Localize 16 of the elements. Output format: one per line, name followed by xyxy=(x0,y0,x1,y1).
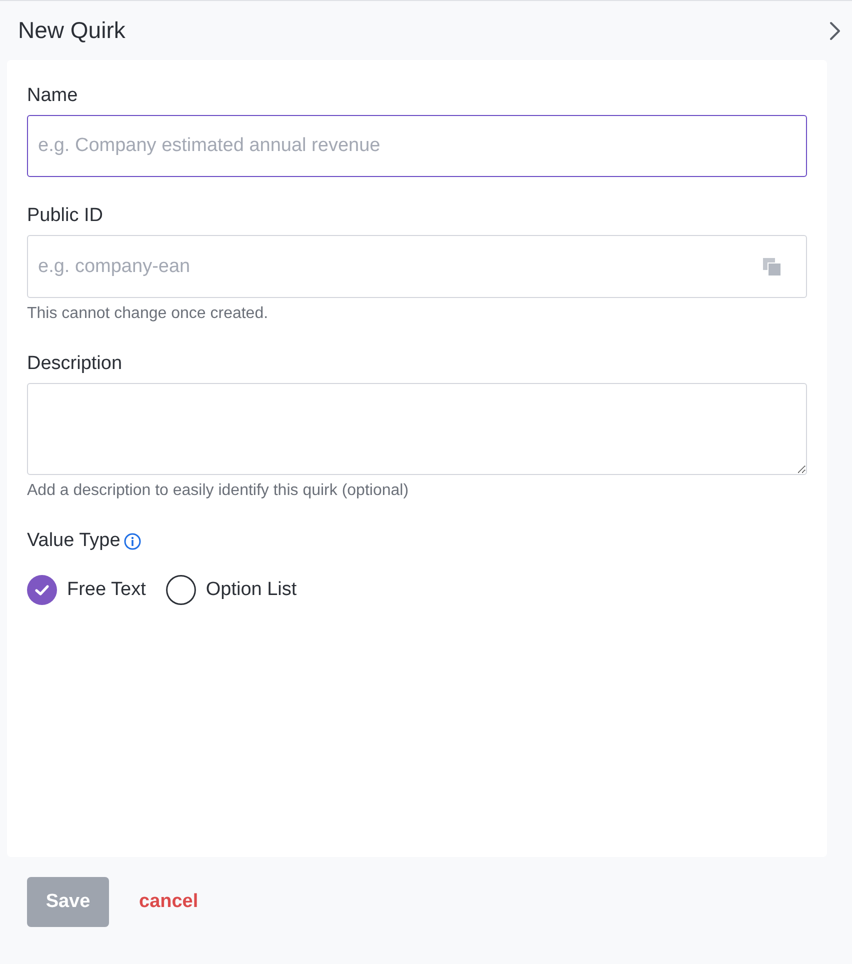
info-icon[interactable] xyxy=(124,532,142,550)
cancel-link[interactable]: cancel xyxy=(139,891,198,913)
field-label: Public ID xyxy=(27,204,104,228)
textarea-field[interactable] xyxy=(27,383,807,475)
text-input-field[interactable]: e.g. Company estimated annual revenue xyxy=(27,115,807,177)
radio-option[interactable]: Free Text xyxy=(27,575,146,605)
radio-checked-icon[interactable] xyxy=(27,575,57,605)
chevron-right-icon[interactable] xyxy=(828,20,842,40)
field-label: Value Type xyxy=(27,529,120,553)
panel-title: New Quirk xyxy=(18,17,126,44)
field-label: Name xyxy=(27,84,78,108)
radio-unchecked-icon[interactable] xyxy=(166,575,196,605)
field-label: Description xyxy=(27,352,122,376)
radio-option[interactable]: Option List xyxy=(166,575,297,605)
field-hint: Add a description to easily identify this quirk (optional) xyxy=(27,481,409,501)
field-hint: This cannot change once created. xyxy=(27,304,268,324)
